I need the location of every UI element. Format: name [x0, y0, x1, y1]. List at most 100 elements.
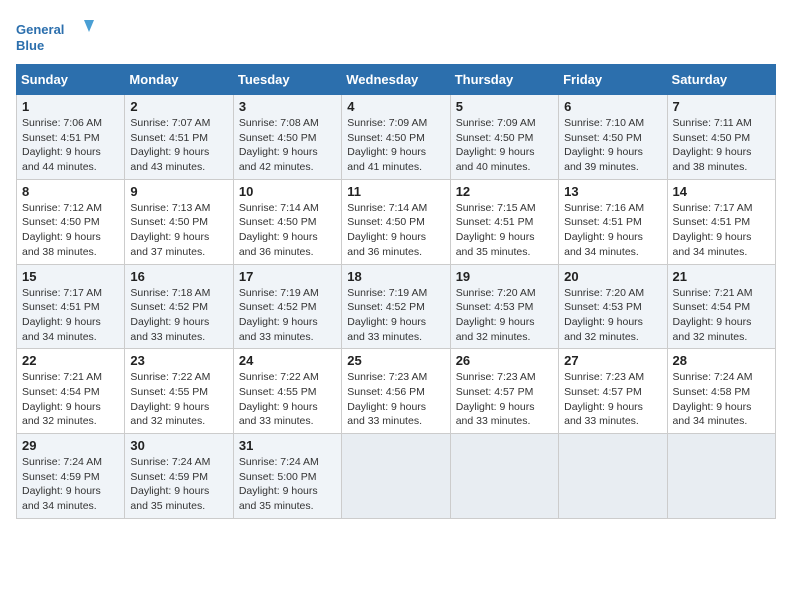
- column-header-wednesday: Wednesday: [342, 65, 450, 95]
- calendar-cell: 6Sunrise: 7:10 AMSunset: 4:50 PMDaylight…: [559, 95, 667, 180]
- calendar-cell: 20 Sunrise: 7:20 AMSunset: 4:53 PMDayligh…: [559, 264, 667, 349]
- day-info: Sunrise: 7:09 AMSunset: 4:50 PMDaylight:…: [456, 116, 553, 175]
- svg-text:Blue: Blue: [16, 38, 44, 53]
- calendar-cell: 30 Sunrise: 7:24 AMSunset: 4:59 PMDayligh…: [125, 434, 233, 519]
- svg-text:General: General: [16, 22, 64, 37]
- day-info: Sunrise: 7:11 AMSunset: 4:50 PMDaylight:…: [673, 116, 770, 175]
- day-info: Sunrise: 7:15 AMSunset: 4:51 PMDaylight:…: [456, 201, 553, 260]
- day-info: Sunrise: 7:07 AMSunset: 4:51 PMDaylight:…: [130, 116, 227, 175]
- day-number: 3: [239, 99, 336, 114]
- day-number: 22: [22, 353, 119, 368]
- logo: General Blue: [16, 16, 96, 56]
- day-info: Sunrise: 7:19 AMSunset: 4:52 PMDaylight:…: [239, 286, 336, 345]
- day-number: 11: [347, 184, 444, 199]
- day-number: 30: [130, 438, 227, 453]
- calendar-cell: 10 Sunrise: 7:14 AMSunset: 4:50 PMDayligh…: [233, 179, 341, 264]
- calendar-table: SundayMondayTuesdayWednesdayThursdayFrid…: [16, 64, 776, 519]
- calendar-week-row: 1 Sunrise: 7:06 AMSunset: 4:51 PMDaylight…: [17, 95, 776, 180]
- calendar-header-row: SundayMondayTuesdayWednesdayThursdayFrid…: [17, 65, 776, 95]
- day-number: 25: [347, 353, 444, 368]
- day-number: 17: [239, 269, 336, 284]
- calendar-cell: 5 Sunrise: 7:09 AMSunset: 4:50 PMDaylight…: [450, 95, 558, 180]
- logo-svg: General Blue: [16, 16, 96, 56]
- day-info: Sunrise: 7:22 AMSunset: 4:55 PMDaylight:…: [130, 370, 227, 429]
- day-number: 14: [673, 184, 770, 199]
- calendar-cell: 24Sunrise: 7:22 AMSunset: 4:55 PMDayligh…: [233, 349, 341, 434]
- calendar-cell: 7 Sunrise: 7:11 AMSunset: 4:50 PMDaylight…: [667, 95, 775, 180]
- calendar-cell: 14 Sunrise: 7:17 AMSunset: 4:51 PMDayligh…: [667, 179, 775, 264]
- calendar-cell: [342, 434, 450, 519]
- day-info: Sunrise: 7:24 AMSunset: 5:00 PMDaylight:…: [239, 455, 336, 514]
- day-number: 18: [347, 269, 444, 284]
- day-info: Sunrise: 7:13 AMSunset: 4:50 PMDaylight:…: [130, 201, 227, 260]
- column-header-tuesday: Tuesday: [233, 65, 341, 95]
- day-number: 5: [456, 99, 553, 114]
- column-header-sunday: Sunday: [17, 65, 125, 95]
- calendar-cell: 23 Sunrise: 7:22 AMSunset: 4:55 PMDayligh…: [125, 349, 233, 434]
- day-number: 29: [22, 438, 119, 453]
- day-number: 1: [22, 99, 119, 114]
- day-info: Sunrise: 7:24 AMSunset: 4:59 PMDaylight:…: [130, 455, 227, 514]
- day-number: 31: [239, 438, 336, 453]
- calendar-week-row: 22 Sunrise: 7:21 AMSunset: 4:54 PMDayligh…: [17, 349, 776, 434]
- column-header-thursday: Thursday: [450, 65, 558, 95]
- calendar-cell: 17 Sunrise: 7:19 AMSunset: 4:52 PMDayligh…: [233, 264, 341, 349]
- calendar-week-row: 8Sunrise: 7:12 AMSunset: 4:50 PMDaylight…: [17, 179, 776, 264]
- calendar-cell: 3 Sunrise: 7:08 AMSunset: 4:50 PMDaylight…: [233, 95, 341, 180]
- calendar-cell: [450, 434, 558, 519]
- day-number: 8: [22, 184, 119, 199]
- calendar-cell: [559, 434, 667, 519]
- column-header-monday: Monday: [125, 65, 233, 95]
- day-number: 9: [130, 184, 227, 199]
- day-number: 10: [239, 184, 336, 199]
- day-number: 20: [564, 269, 661, 284]
- calendar-cell: 29 Sunrise: 7:24 AMSunset: 4:59 PMDayligh…: [17, 434, 125, 519]
- day-info: Sunrise: 7:06 AMSunset: 4:51 PMDaylight:…: [22, 116, 119, 175]
- calendar-cell: 11Sunrise: 7:14 AMSunset: 4:50 PMDayligh…: [342, 179, 450, 264]
- calendar-cell: 19Sunrise: 7:20 AMSunset: 4:53 PMDayligh…: [450, 264, 558, 349]
- calendar-cell: 21 Sunrise: 7:21 AMSunset: 4:54 PMDayligh…: [667, 264, 775, 349]
- day-number: 4: [347, 99, 444, 114]
- day-number: 12: [456, 184, 553, 199]
- day-number: 27: [564, 353, 661, 368]
- calendar-cell: 12 Sunrise: 7:15 AMSunset: 4:51 PMDayligh…: [450, 179, 558, 264]
- day-number: 16: [130, 269, 227, 284]
- page-header: General Blue: [16, 16, 776, 56]
- calendar-cell: 4Sunrise: 7:09 AMSunset: 4:50 PMDaylight…: [342, 95, 450, 180]
- day-number: 7: [673, 99, 770, 114]
- day-number: 13: [564, 184, 661, 199]
- calendar-cell: 1 Sunrise: 7:06 AMSunset: 4:51 PMDaylight…: [17, 95, 125, 180]
- day-info: Sunrise: 7:24 AMSunset: 4:59 PMDaylight:…: [22, 455, 119, 514]
- day-info: Sunrise: 7:08 AMSunset: 4:50 PMDaylight:…: [239, 116, 336, 175]
- day-info: Sunrise: 7:16 AMSunset: 4:51 PMDaylight:…: [564, 201, 661, 260]
- day-info: Sunrise: 7:17 AMSunset: 4:51 PMDaylight:…: [22, 286, 119, 345]
- day-number: 28: [673, 353, 770, 368]
- calendar-cell: 15 Sunrise: 7:17 AMSunset: 4:51 PMDayligh…: [17, 264, 125, 349]
- day-info: Sunrise: 7:14 AMSunset: 4:50 PMDaylight:…: [239, 201, 336, 260]
- calendar-cell: 16Sunrise: 7:18 AMSunset: 4:52 PMDayligh…: [125, 264, 233, 349]
- day-number: 26: [456, 353, 553, 368]
- day-info: Sunrise: 7:23 AMSunset: 4:57 PMDaylight:…: [564, 370, 661, 429]
- day-number: 15: [22, 269, 119, 284]
- day-info: Sunrise: 7:22 AMSunset: 4:55 PMDaylight:…: [239, 370, 336, 429]
- day-number: 2: [130, 99, 227, 114]
- calendar-cell: 18Sunrise: 7:19 AMSunset: 4:52 PMDayligh…: [342, 264, 450, 349]
- day-number: 23: [130, 353, 227, 368]
- calendar-cell: 25 Sunrise: 7:23 AMSunset: 4:56 PMDayligh…: [342, 349, 450, 434]
- calendar-cell: 2 Sunrise: 7:07 AMSunset: 4:51 PMDaylight…: [125, 95, 233, 180]
- calendar-week-row: 29 Sunrise: 7:24 AMSunset: 4:59 PMDayligh…: [17, 434, 776, 519]
- day-number: 21: [673, 269, 770, 284]
- calendar-cell: 13 Sunrise: 7:16 AMSunset: 4:51 PMDayligh…: [559, 179, 667, 264]
- day-number: 19: [456, 269, 553, 284]
- day-info: Sunrise: 7:21 AMSunset: 4:54 PMDaylight:…: [22, 370, 119, 429]
- day-info: Sunrise: 7:23 AMSunset: 4:57 PMDaylight:…: [456, 370, 553, 429]
- calendar-cell: [667, 434, 775, 519]
- calendar-cell: 28Sunrise: 7:24 AMSunset: 4:58 PMDayligh…: [667, 349, 775, 434]
- day-info: Sunrise: 7:10 AMSunset: 4:50 PMDaylight:…: [564, 116, 661, 175]
- day-info: Sunrise: 7:23 AMSunset: 4:56 PMDaylight:…: [347, 370, 444, 429]
- day-info: Sunrise: 7:21 AMSunset: 4:54 PMDaylight:…: [673, 286, 770, 345]
- day-info: Sunrise: 7:17 AMSunset: 4:51 PMDaylight:…: [673, 201, 770, 260]
- calendar-cell: 26 Sunrise: 7:23 AMSunset: 4:57 PMDayligh…: [450, 349, 558, 434]
- column-header-friday: Friday: [559, 65, 667, 95]
- day-info: Sunrise: 7:20 AMSunset: 4:53 PMDaylight:…: [564, 286, 661, 345]
